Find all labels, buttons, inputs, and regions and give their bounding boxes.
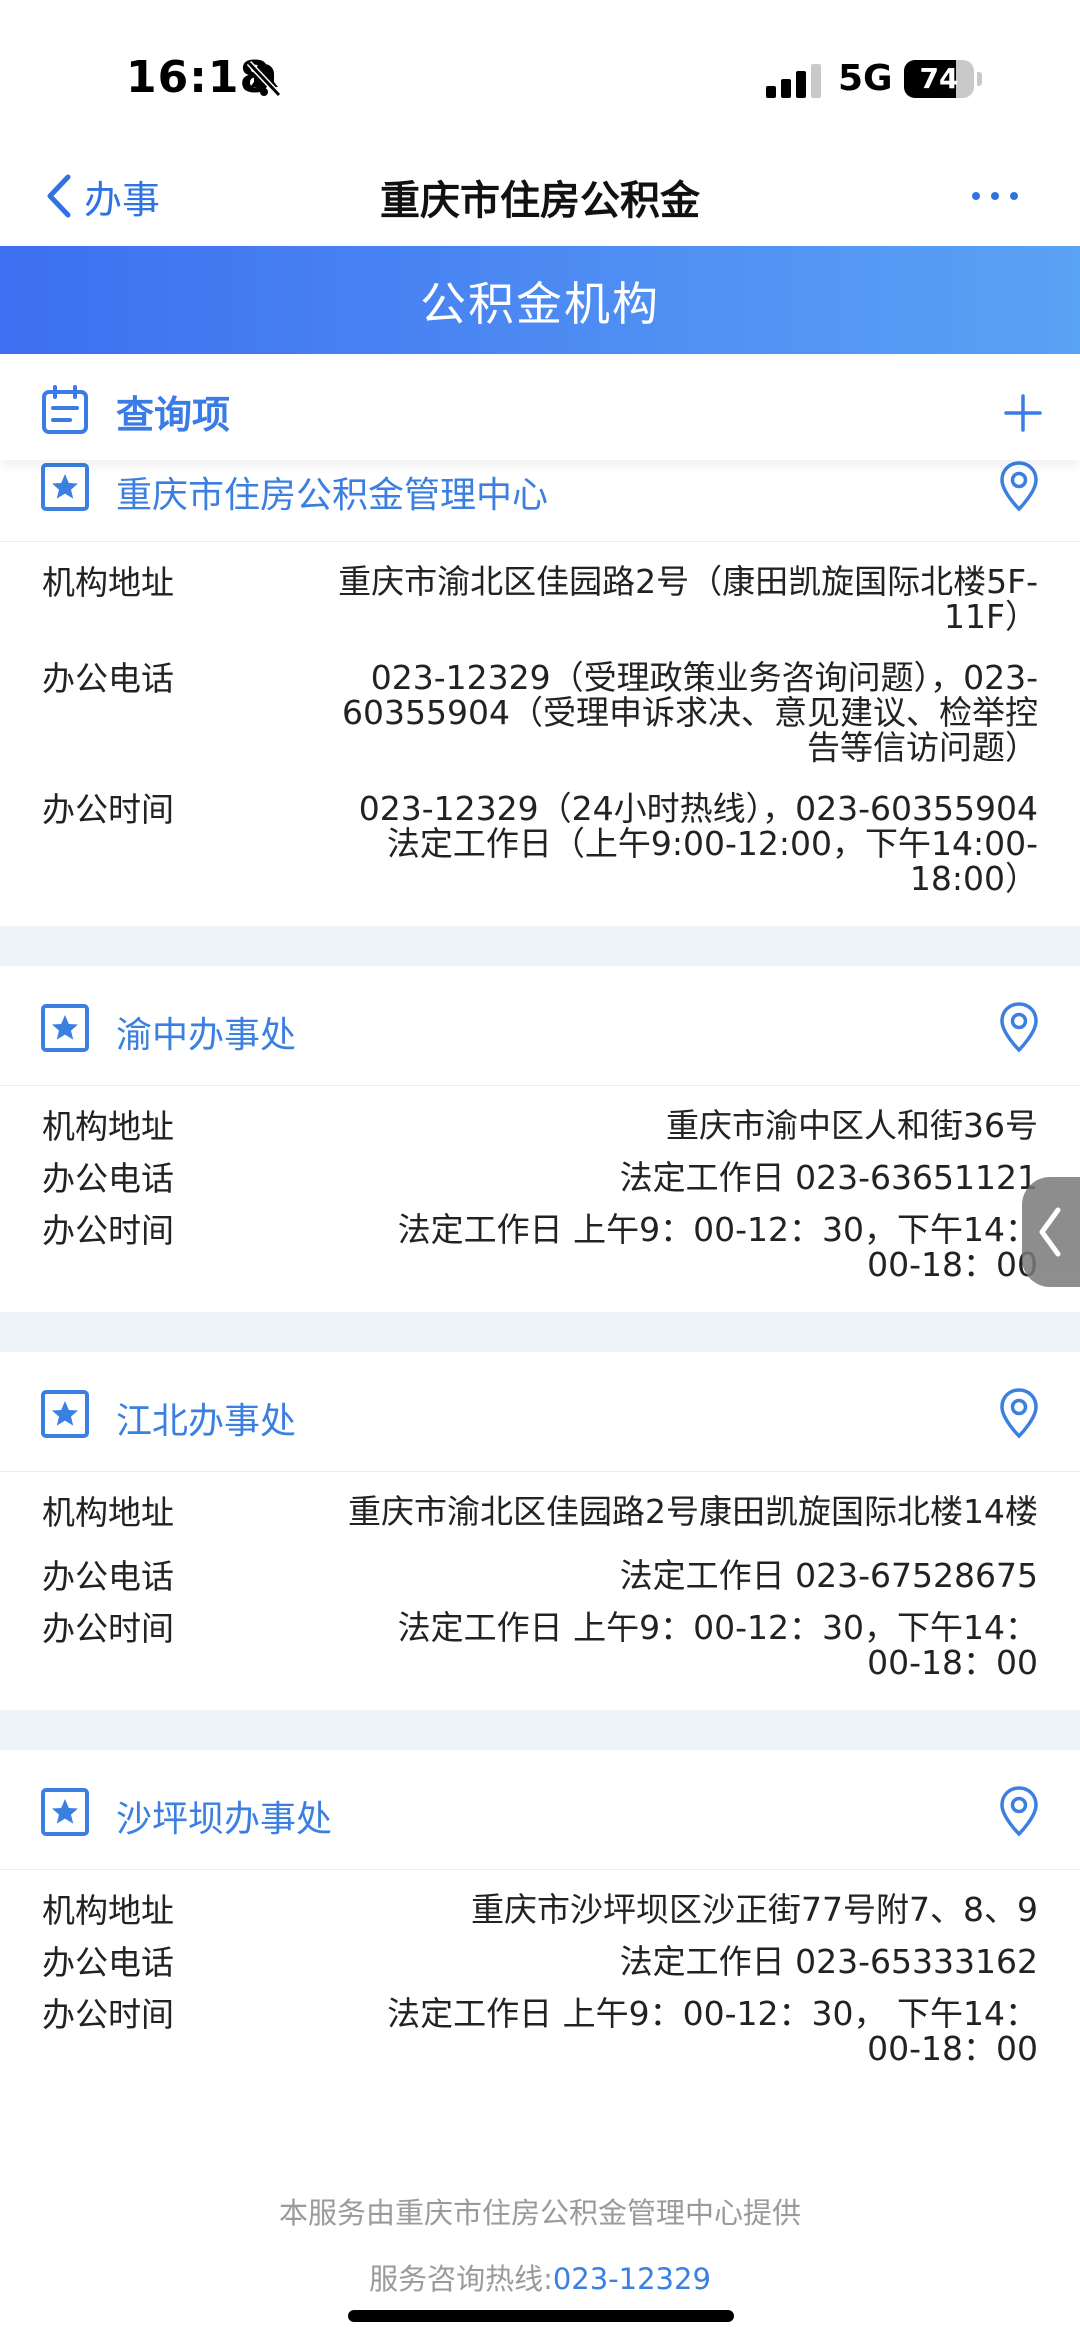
office-list: 重庆市住房公积金管理中心 机构地址 重庆市渝北区佳园路2号（康田凯旋国际北楼5F… (0, 426, 1080, 2096)
office-card[interactable]: 重庆市住房公积金管理中心 机构地址 重庆市渝北区佳园路2号（康田凯旋国际北楼5F… (0, 426, 1080, 926)
hours-row: 办公时间 023-12329（24小时热线），023-60355904 法定工作… (42, 789, 1038, 898)
phone-value[interactable]: 法定工作日 023-63651121 (318, 1160, 1038, 1195)
phone-value[interactable]: 法定工作日 023-67528675 (318, 1558, 1038, 1593)
office-card[interactable]: 沙坪坝办事处 机构地址 重庆市沙坪坝区沙正街77号附7、8、9 办公电话 法定工… (0, 1750, 1080, 2096)
office-card-header[interactable]: 沙坪坝办事处 (0, 1750, 1080, 1870)
star-badge-icon (41, 1390, 89, 1438)
phone-row: 办公电话 法定工作日 023-67528675 (42, 1558, 1038, 1596)
nav-bar: 办事 重庆市住房公积金 (0, 150, 1080, 246)
office-name: 渝中办事处 (116, 1015, 297, 1056)
map-pin-icon[interactable] (998, 1387, 1040, 1439)
section-banner: 公积金机构 (0, 246, 1080, 354)
star-badge-icon (41, 463, 89, 511)
address-row: 机构地址 重庆市沙坪坝区沙正街77号附7、8、9 (42, 1892, 1038, 1930)
phone-row: 办公电话 法定工作日 023-65333162 (42, 1944, 1038, 1982)
battery-percent: 74 (919, 62, 959, 95)
footer-hotline-line: 服务咨询热线:023-12329 (0, 2256, 1080, 2298)
hours-value: 023-12329（24小时热线），023-60355904 法定工作日（上午9… (358, 789, 1038, 898)
office-card[interactable]: 江北办事处 机构地址 重庆市渝北区佳园路2号康田凯旋国际北楼14楼 办公电话 法… (0, 1352, 1080, 1710)
side-drawer-handle[interactable] (1022, 1177, 1080, 1287)
hours-row: 办公时间 法定工作日 上午9：00-12：30， 下午14：00-18：00 (42, 1994, 1038, 2068)
office-name: 重庆市住房公积金管理中心 (116, 475, 549, 516)
footer-provider: 本服务由重庆市住房公积金管理中心提供 (278, 2196, 801, 2230)
map-pin-icon[interactable] (998, 460, 1040, 512)
status-bar: 16:18 5G 74 (0, 0, 1080, 150)
bell-muted-icon (246, 60, 282, 98)
hours-label: 办公时间 (42, 1211, 174, 1250)
address-value: 重庆市沙坪坝区沙正街77号附7、8、9 (471, 1890, 1038, 1929)
address-label: 机构地址 (42, 1493, 174, 1532)
phone-row: 办公电话 法定工作日 023-63651121 (42, 1160, 1038, 1198)
plus-icon[interactable] (1004, 394, 1042, 432)
hours-value: 法定工作日 上午9：00-12：30，下午14：00-18：00 (397, 1608, 1038, 1682)
query-bar[interactable]: 查询项 (0, 354, 1080, 460)
page-title: 重庆市住房公积金 (380, 178, 700, 224)
office-card[interactable]: 渝中办事处 机构地址 重庆市渝中区人和街36号 办公电话 法定工作日 023-6… (0, 966, 1080, 1312)
office-details: 机构地址 重庆市沙坪坝区沙正街77号附7、8、9 办公电话 法定工作日 023-… (0, 1870, 1080, 2096)
address-label: 机构地址 (42, 1891, 174, 1930)
map-pin-icon[interactable] (998, 1785, 1040, 1837)
map-pin-icon[interactable] (998, 1001, 1040, 1053)
hours-label: 办公时间 (42, 1609, 174, 1648)
home-indicator[interactable] (348, 2310, 734, 2322)
address-row: 机构地址 重庆市渝北区佳园路2号康田凯旋国际北楼14楼 (42, 1494, 1038, 1532)
hours-label: 办公时间 (42, 790, 174, 829)
section-divider (0, 926, 1080, 966)
banner-title: 公积金机构 (420, 277, 660, 331)
query-label: 查询项 (116, 393, 231, 437)
star-badge-icon (41, 1788, 89, 1836)
address-value: 重庆市渝北区佳园路2号（康田凯旋国际北楼5F-11F） (338, 562, 1038, 636)
address-value: 重庆市渝中区人和街36号 (666, 1106, 1038, 1145)
office-card-header[interactable]: 渝中办事处 (0, 966, 1080, 1086)
more-dots-icon[interactable] (970, 188, 1020, 204)
phone-row: 办公电话 023-12329（受理政策业务咨询问题），023-60355904（… (42, 659, 1038, 766)
star-badge-icon (41, 1004, 89, 1052)
hours-value: 法定工作日 上午9：00-12：30，下午14：00-18：00 (397, 1210, 1038, 1284)
cellular-signal-icon (766, 64, 821, 98)
footer: 本服务由重庆市住房公积金管理中心提供 服务咨询热线:023-12329 (0, 2190, 1080, 2298)
network-type: 5G (838, 58, 893, 99)
phone-label: 办公电话 (42, 659, 174, 698)
address-label: 机构地址 (42, 1107, 174, 1146)
chevron-left-icon (1039, 1207, 1061, 1257)
hours-value: 法定工作日 上午9：00-12：30， 下午14：00-18：00 (387, 1994, 1038, 2068)
section-divider (0, 1710, 1080, 1750)
office-name: 江北办事处 (116, 1401, 297, 1442)
hours-row: 办公时间 法定工作日 上午9：00-12：30，下午14：00-18：00 (42, 1608, 1038, 1682)
phone-label: 办公电话 (42, 1557, 174, 1596)
office-details: 机构地址 重庆市渝北区佳园路2号（康田凯旋国际北楼5F-11F） 办公电话 02… (0, 542, 1080, 926)
battery-icon: 74 (904, 60, 982, 98)
phone-label: 办公电话 (42, 1943, 174, 1982)
clipboard-list-icon (42, 385, 88, 434)
hotline-prefix: 服务咨询热线: (369, 2262, 553, 2296)
phone-value[interactable]: 023-12329（受理政策业务咨询问题），023-60355904（受理申诉求… (338, 660, 1038, 765)
hotline-link[interactable]: 023-12329 (553, 2262, 711, 2296)
phone-label: 办公电话 (42, 1159, 174, 1198)
phone-value[interactable]: 法定工作日 023-65333162 (318, 1944, 1038, 1979)
office-details: 机构地址 重庆市渝北区佳园路2号康田凯旋国际北楼14楼 办公电话 法定工作日 0… (0, 1472, 1080, 1710)
address-label: 机构地址 (42, 563, 174, 602)
address-row: 机构地址 重庆市渝北区佳园路2号（康田凯旋国际北楼5F-11F） (42, 562, 1038, 636)
office-name: 沙坪坝办事处 (116, 1799, 333, 1840)
hours-row: 办公时间 法定工作日 上午9：00-12：30，下午14：00-18：00 (42, 1210, 1038, 1284)
office-details: 机构地址 重庆市渝中区人和街36号 办公电话 法定工作日 023-6365112… (0, 1086, 1080, 1312)
address-value: 重庆市渝北区佳园路2号康田凯旋国际北楼14楼 (348, 1492, 1038, 1531)
address-row: 机构地址 重庆市渝中区人和街36号 (42, 1108, 1038, 1146)
section-divider (0, 1312, 1080, 1352)
hours-label: 办公时间 (42, 1995, 174, 2034)
office-card-header[interactable]: 江北办事处 (0, 1352, 1080, 1472)
